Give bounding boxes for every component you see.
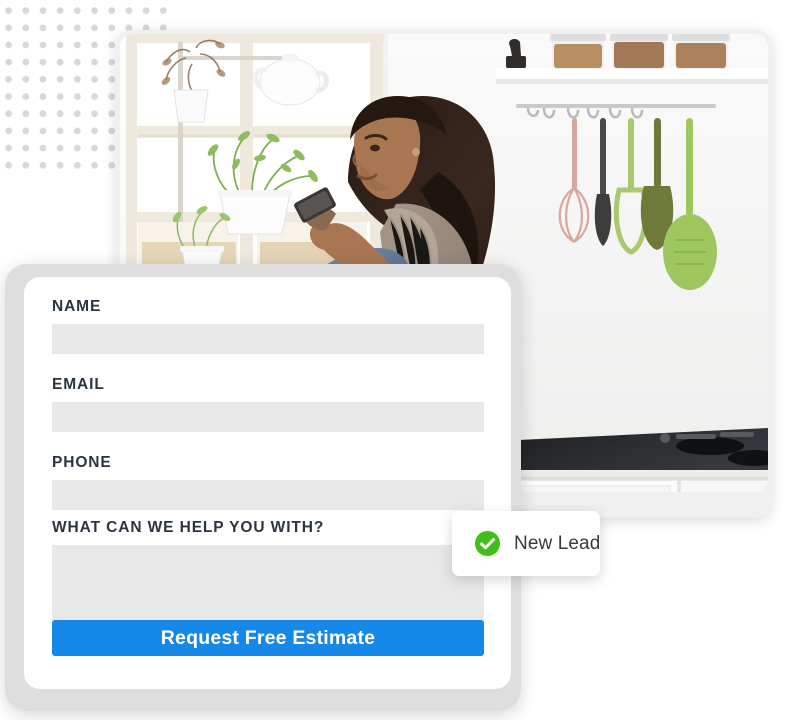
field-name: NAME: [52, 299, 484, 354]
field-label-email: EMAIL: [52, 376, 105, 393]
field-message: WHAT CAN WE HELP YOU WITH?: [52, 520, 484, 623]
page-root: NAME EMAIL PHONE WHAT CAN WE HELP YOU WI…: [0, 0, 800, 720]
request-free-estimate-button[interactable]: Request Free Estimate: [52, 620, 484, 656]
name-input[interactable]: [52, 323, 484, 354]
new-lead-badge[interactable]: New Lead: [452, 511, 600, 576]
field-email: EMAIL: [52, 377, 484, 432]
field-phone: PHONE: [52, 455, 484, 510]
field-label-message: WHAT CAN WE HELP YOU WITH?: [52, 519, 325, 536]
lead-form: NAME EMAIL PHONE WHAT CAN WE HELP YOU WI…: [24, 277, 511, 689]
field-label-name: NAME: [52, 298, 102, 315]
field-label-phone: PHONE: [52, 454, 112, 471]
check-circle-icon: [474, 530, 501, 557]
email-input[interactable]: [52, 401, 484, 432]
message-textarea[interactable]: [52, 544, 484, 623]
lead-form-card: NAME EMAIL PHONE WHAT CAN WE HELP YOU WI…: [5, 264, 521, 711]
phone-input[interactable]: [52, 479, 484, 510]
new-lead-label: New Lead: [514, 532, 601, 554]
